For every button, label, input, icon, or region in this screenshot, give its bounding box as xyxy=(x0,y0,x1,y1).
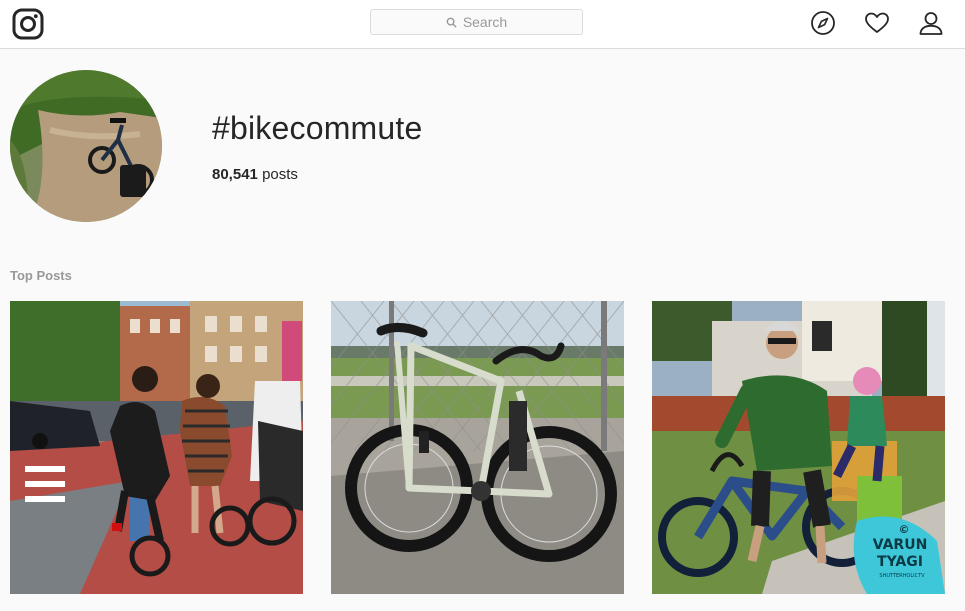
hashtag-avatar xyxy=(10,70,162,222)
hashtag-title: #bikecommute xyxy=(212,110,423,146)
watermark-line2: TYAGI xyxy=(877,554,923,570)
search-placeholder: Search xyxy=(462,14,508,30)
post-count-label: posts xyxy=(262,166,298,183)
watermark-line3: SHUTTERHOLICTV xyxy=(879,573,925,579)
top-post-3[interactable]: © VARUN TYAGI SHUTTERHOLICTV xyxy=(652,301,945,594)
compass-icon[interactable] xyxy=(810,10,836,36)
post-count-number: 80,541 xyxy=(212,166,258,183)
top-post-2[interactable] xyxy=(331,301,624,594)
search-icon xyxy=(446,17,457,28)
top-posts-heading: Top Posts xyxy=(10,268,72,283)
heart-icon[interactable] xyxy=(864,10,890,36)
instagram-camera-icon[interactable] xyxy=(12,8,44,40)
person-icon[interactable] xyxy=(918,10,944,36)
top-post-1[interactable] xyxy=(10,301,303,594)
search-input[interactable]: Search xyxy=(370,9,583,35)
top-navigation-bar: Search xyxy=(0,0,965,49)
watermark-copyright: © xyxy=(899,523,910,536)
watermark-line1: VARUN xyxy=(873,537,928,553)
post-count: 80,541 posts xyxy=(212,166,298,183)
